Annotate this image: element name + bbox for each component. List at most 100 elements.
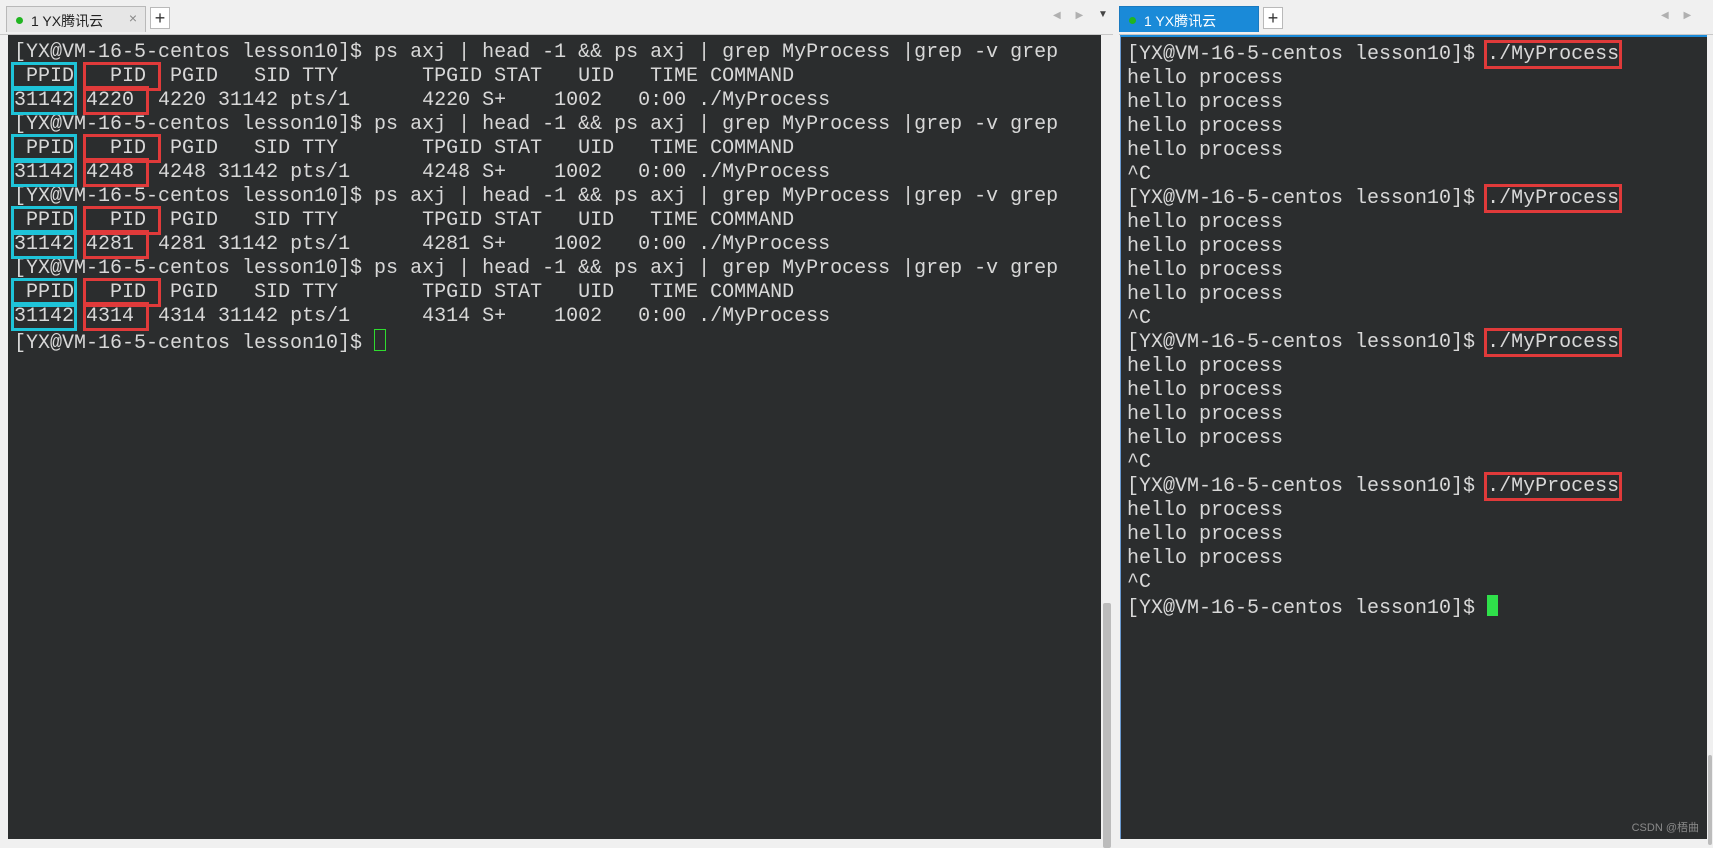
terminal-text: hello process (1127, 211, 1284, 234)
terminal-output-left[interactable]: [YX@VM-16-5-centos lesson10]$ ps axj | h… (8, 35, 1101, 839)
terminal-line: hello process (1127, 379, 1619, 403)
terminal-text: hello process (1127, 403, 1284, 426)
tab-label: 1 YX腾讯云 (1144, 13, 1217, 29)
vertical-scrollbar[interactable] (1101, 35, 1113, 848)
terminal-cursor (1487, 595, 1499, 616)
terminal-line: ^C (1127, 163, 1619, 187)
terminal-text: ^C (1127, 571, 1152, 594)
terminal-text: ^C (1127, 163, 1152, 186)
terminal-text: 4281 31142 pts/1 4281 S+ 1002 0:00 ./MyP… (146, 233, 831, 256)
tab-yx-tencent-cloud-left[interactable]: 1 YX腾讯云 × (6, 6, 146, 32)
scrollbar-thumb[interactable] (1708, 755, 1712, 845)
pid-highlight: 4220 (83, 86, 150, 115)
terminal-text: hello process (1127, 523, 1284, 546)
terminal-text: hello process (1127, 547, 1284, 570)
terminal-text: hello process (1127, 283, 1284, 306)
pid-highlight: PID (83, 134, 162, 163)
terminal-line: hello process (1127, 499, 1619, 523)
terminal-cursor (374, 329, 387, 351)
new-tab-button[interactable]: + (150, 7, 170, 29)
terminal-line: [YX@VM-16-5-centos lesson10]$ ps axj | h… (14, 113, 1058, 137)
tab-list-dropdown-icon[interactable]: ▼ (1098, 9, 1108, 20)
tab-label: 1 YX腾讯云 (31, 13, 104, 29)
terminal-line: hello process (1127, 259, 1619, 283)
terminal-text: hello process (1127, 355, 1284, 378)
terminal-line: hello process (1127, 115, 1619, 139)
terminal-text: hello process (1127, 499, 1284, 522)
pid-highlight: 4248 (83, 158, 150, 187)
right-tab-bar: 1 YX腾讯云 + ◀ ▶ (1119, 0, 1713, 35)
terminal-line: [YX@VM-16-5-centos lesson10]$ ./MyProces… (1127, 184, 1623, 213)
command-highlight: ./MyProcess (1484, 40, 1623, 69)
terminal-line: hello process (1127, 211, 1619, 235)
terminal-text: PGID SID TTY TPGID STAT UID TIME COMMAND (158, 65, 795, 88)
terminal-text: hello process (1127, 427, 1284, 450)
vertical-scrollbar[interactable] (1707, 35, 1713, 845)
right-session-pane: 1 YX腾讯云 + ◀ ▶ [YX@VM-16-5-centos lesson1… (1119, 0, 1713, 845)
terminal-line: [YX@VM-16-5-centos lesson10]$ (1127, 595, 1619, 620)
terminal-text: [YX@VM-16-5-centos lesson10]$ ps axj | h… (14, 113, 1059, 136)
terminal-text: hello process (1127, 67, 1284, 90)
terminal-text: 4248 31142 pts/1 4248 S+ 1002 0:00 ./MyP… (146, 161, 831, 184)
terminal-line: hello process (1127, 403, 1619, 427)
terminal-lines: [YX@VM-16-5-centos lesson10]$ ps axj | h… (10, 41, 1059, 355)
terminal-text: [YX@VM-16-5-centos lesson10]$ (1127, 597, 1488, 620)
ppid-highlight: 31142 (10, 230, 78, 259)
terminal-text: [YX@VM-16-5-centos lesson10]$ ps axj | h… (14, 257, 1059, 280)
terminal-text: [YX@VM-16-5-centos lesson10]$ (1127, 43, 1488, 66)
terminal-line: ^C (1127, 571, 1619, 595)
connection-status-icon (1129, 17, 1136, 24)
command-highlight: ./MyProcess (1484, 472, 1623, 501)
terminal-text: [YX@VM-16-5-centos lesson10]$ ps axj | h… (14, 41, 1059, 64)
tab-scroll-arrows-icon[interactable]: ◀ ▶ (1661, 10, 1697, 21)
terminal-line: 31142 4220 4220 31142 pts/1 4220 S+ 1002… (10, 86, 1058, 115)
terminal-text: hello process (1127, 115, 1284, 138)
ppid-highlight: 31142 (10, 158, 78, 187)
terminal-line: hello process (1127, 547, 1619, 571)
terminal-line: hello process (1127, 523, 1619, 547)
pid-highlight: PID (83, 206, 162, 235)
terminal-line: [YX@VM-16-5-centos lesson10]$ ./MyProces… (1127, 328, 1623, 357)
ppid-highlight: PPID (10, 278, 78, 307)
pid-highlight: 4281 (83, 230, 150, 259)
terminal-text: [YX@VM-16-5-centos lesson10]$ (1127, 475, 1488, 498)
terminal-line: hello process (1127, 355, 1619, 379)
tab-scroll-arrows-icon[interactable]: ◀ ▶ (1053, 10, 1089, 21)
terminal-line: [YX@VM-16-5-centos lesson10]$ ps axj | h… (14, 185, 1058, 209)
ppid-highlight: PPID (10, 134, 78, 163)
terminal-text: ^C (1127, 451, 1152, 474)
terminal-text: 4314 31142 pts/1 4314 S+ 1002 0:00 ./MyP… (146, 305, 831, 328)
terminal-text: [YX@VM-16-5-centos lesson10]$ ps axj | h… (14, 185, 1059, 208)
scrollbar-thumb[interactable] (1103, 603, 1111, 848)
connection-status-icon (16, 17, 23, 24)
terminal-line: hello process (1127, 283, 1619, 307)
command-highlight: ./MyProcess (1484, 184, 1623, 213)
terminal-line: [YX@VM-16-5-centos lesson10]$ (14, 329, 1058, 355)
terminal-text: PGID SID TTY TPGID STAT UID TIME COMMAND (158, 209, 795, 232)
new-tab-button[interactable]: + (1263, 7, 1283, 29)
terminal-line: PPID PID PGID SID TTY TPGID STAT UID TIM… (10, 206, 1058, 235)
terminal-line: PPID PID PGID SID TTY TPGID STAT UID TIM… (10, 62, 1058, 91)
terminal-text: ^C (1127, 307, 1152, 330)
terminal-text: [YX@VM-16-5-centos lesson10]$ (14, 332, 375, 355)
terminal-text: hello process (1127, 259, 1284, 282)
csdn-watermark: CSDN @梧曲 (1631, 822, 1699, 834)
close-icon[interactable]: × (129, 10, 137, 26)
tab-yx-tencent-cloud-right[interactable]: 1 YX腾讯云 (1119, 6, 1259, 32)
terminal-text: [YX@VM-16-5-centos lesson10]$ (1127, 331, 1488, 354)
terminal-line: hello process (1127, 235, 1619, 259)
terminal-line: 31142 4248 4248 31142 pts/1 4248 S+ 1002… (10, 158, 1058, 187)
terminal-text: 4220 31142 pts/1 4220 S+ 1002 0:00 ./MyP… (146, 89, 831, 112)
pid-highlight: 4314 (83, 302, 150, 331)
terminal-line: [YX@VM-16-5-centos lesson10]$ ./MyProces… (1127, 472, 1623, 501)
terminal-line: hello process (1127, 139, 1619, 163)
ppid-highlight: 31142 (10, 86, 78, 115)
terminal-line: [YX@VM-16-5-centos lesson10]$ ./MyProces… (1127, 40, 1623, 69)
ppid-highlight: PPID (10, 62, 78, 91)
terminal-output-right[interactable]: [YX@VM-16-5-centos lesson10]$ ./MyProces… (1120, 35, 1707, 839)
ppid-highlight: PPID (10, 206, 78, 235)
